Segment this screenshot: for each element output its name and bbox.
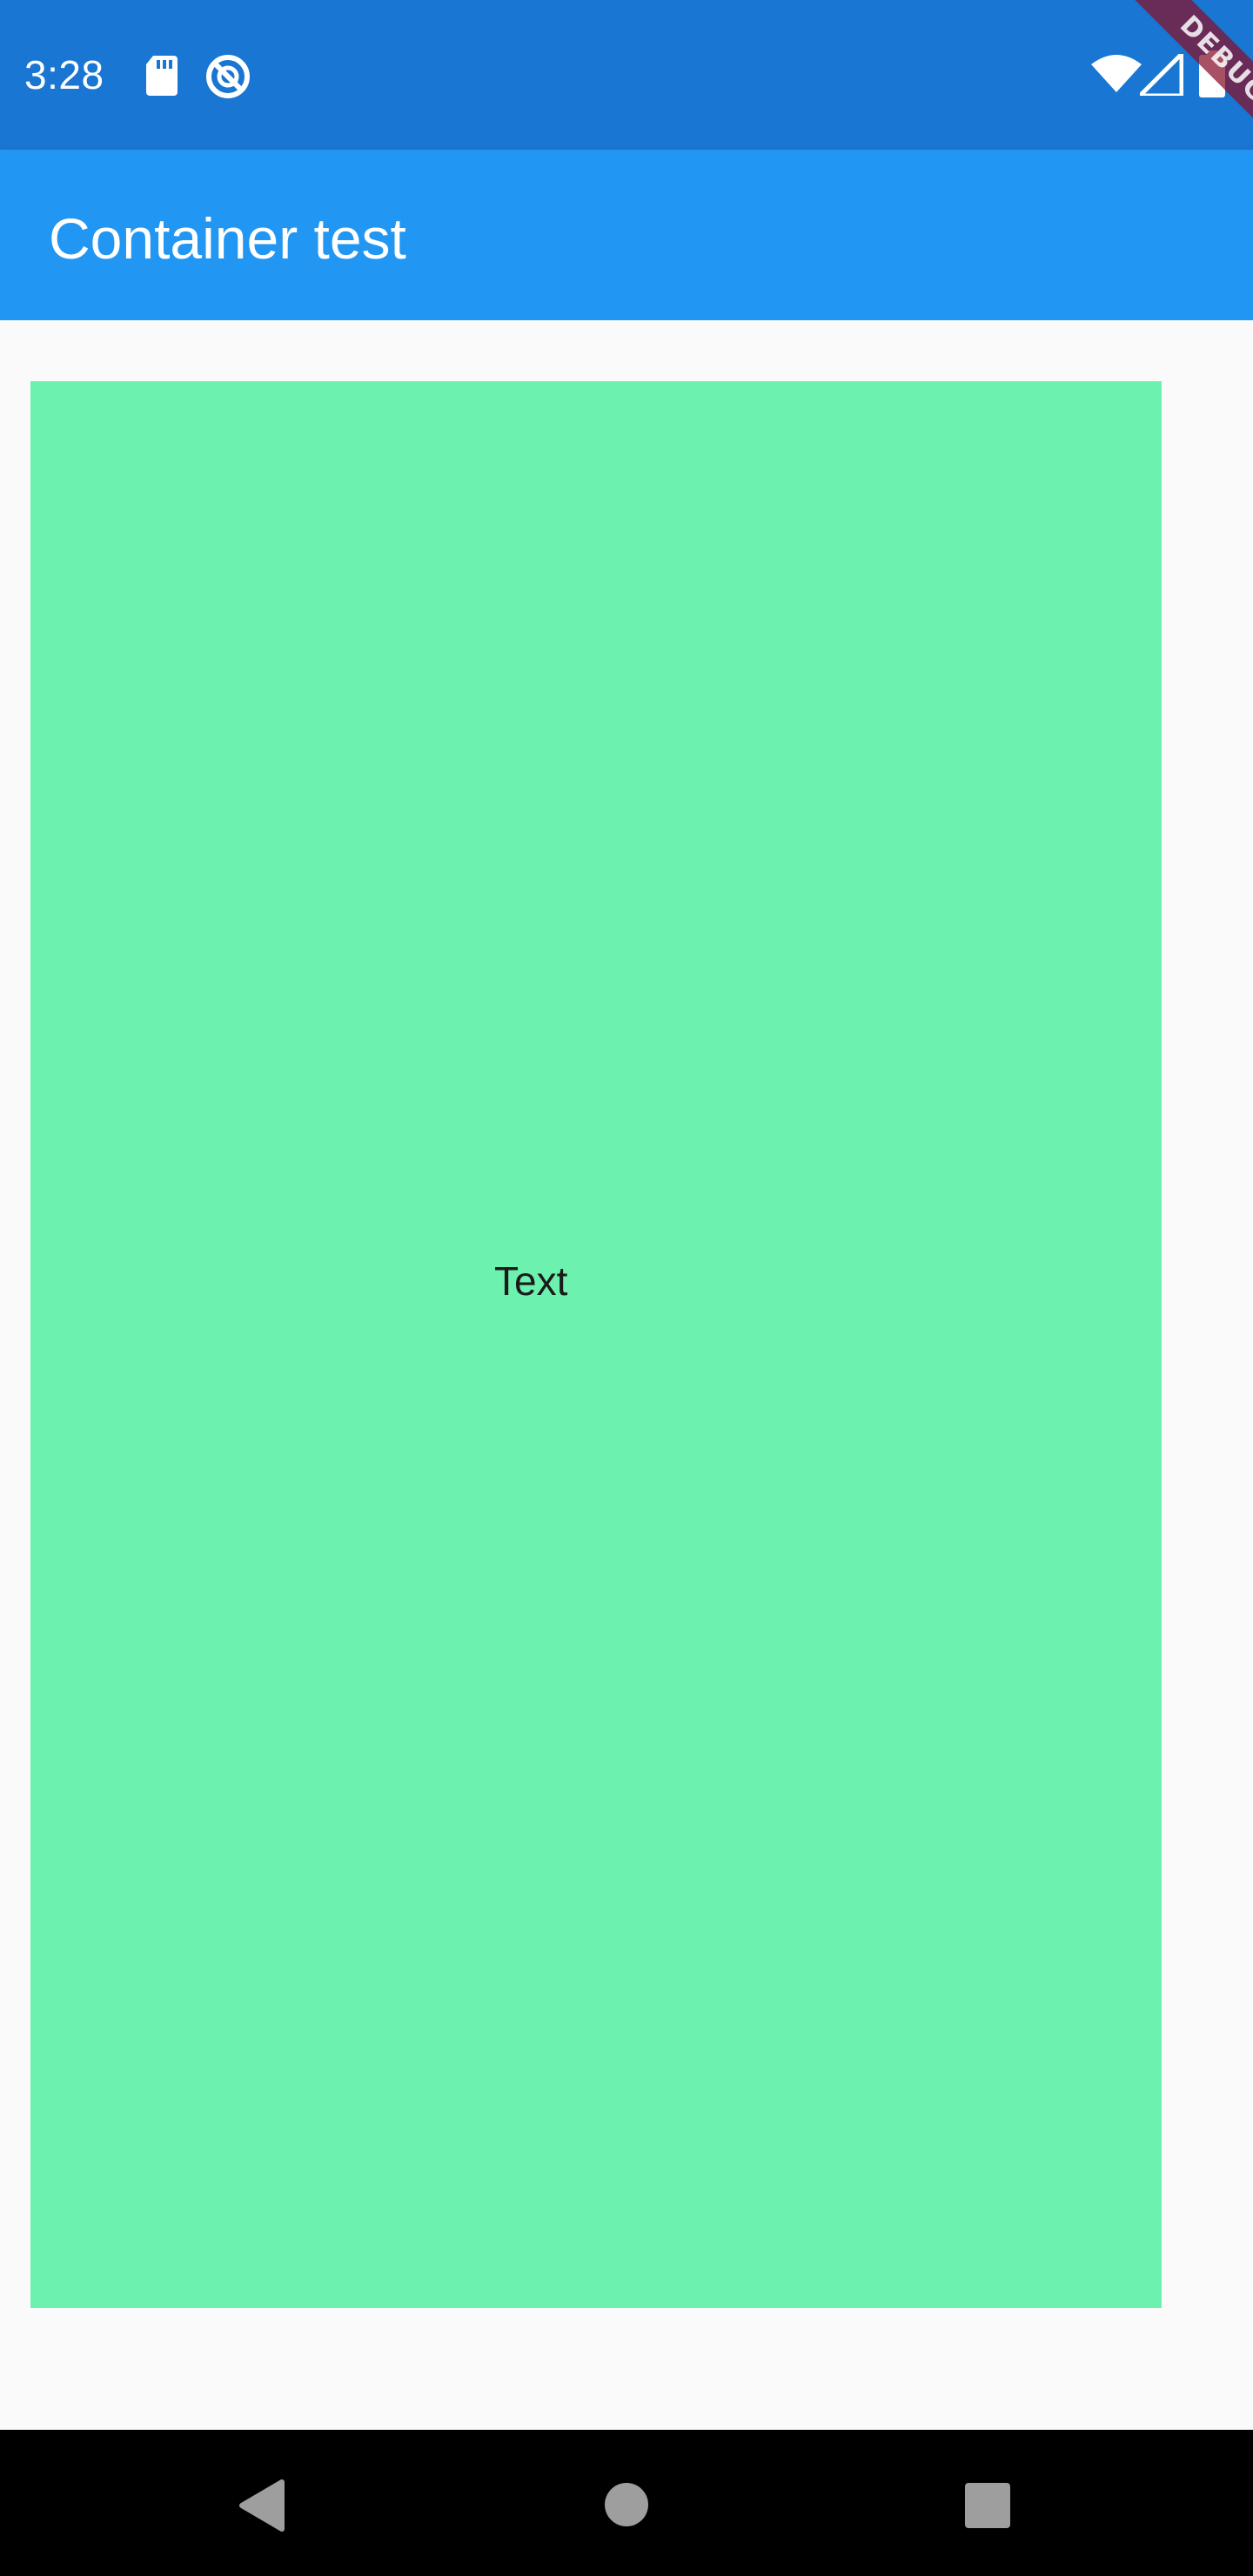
container-text: Text [494,1258,568,1304]
wifi-icon [1091,55,1142,92]
navigation-bar [0,2430,1253,2576]
status-time: 3:28 [24,52,104,97]
back-button[interactable] [237,2479,285,2532]
recents-button[interactable] [964,2482,1011,2529]
page-title: Container test [49,206,406,271]
sd-card-icon [146,56,178,96]
battery-icon [1199,50,1225,97]
signal-icon [1140,54,1183,96]
home-button[interactable] [604,2482,649,2527]
main-content: Text [0,320,1253,2430]
do-not-disturb-icon [206,55,250,98]
green-container: Text [30,381,1162,2308]
status-bar: 3:28 [0,0,1253,150]
app-bar: Container test [0,150,1253,320]
